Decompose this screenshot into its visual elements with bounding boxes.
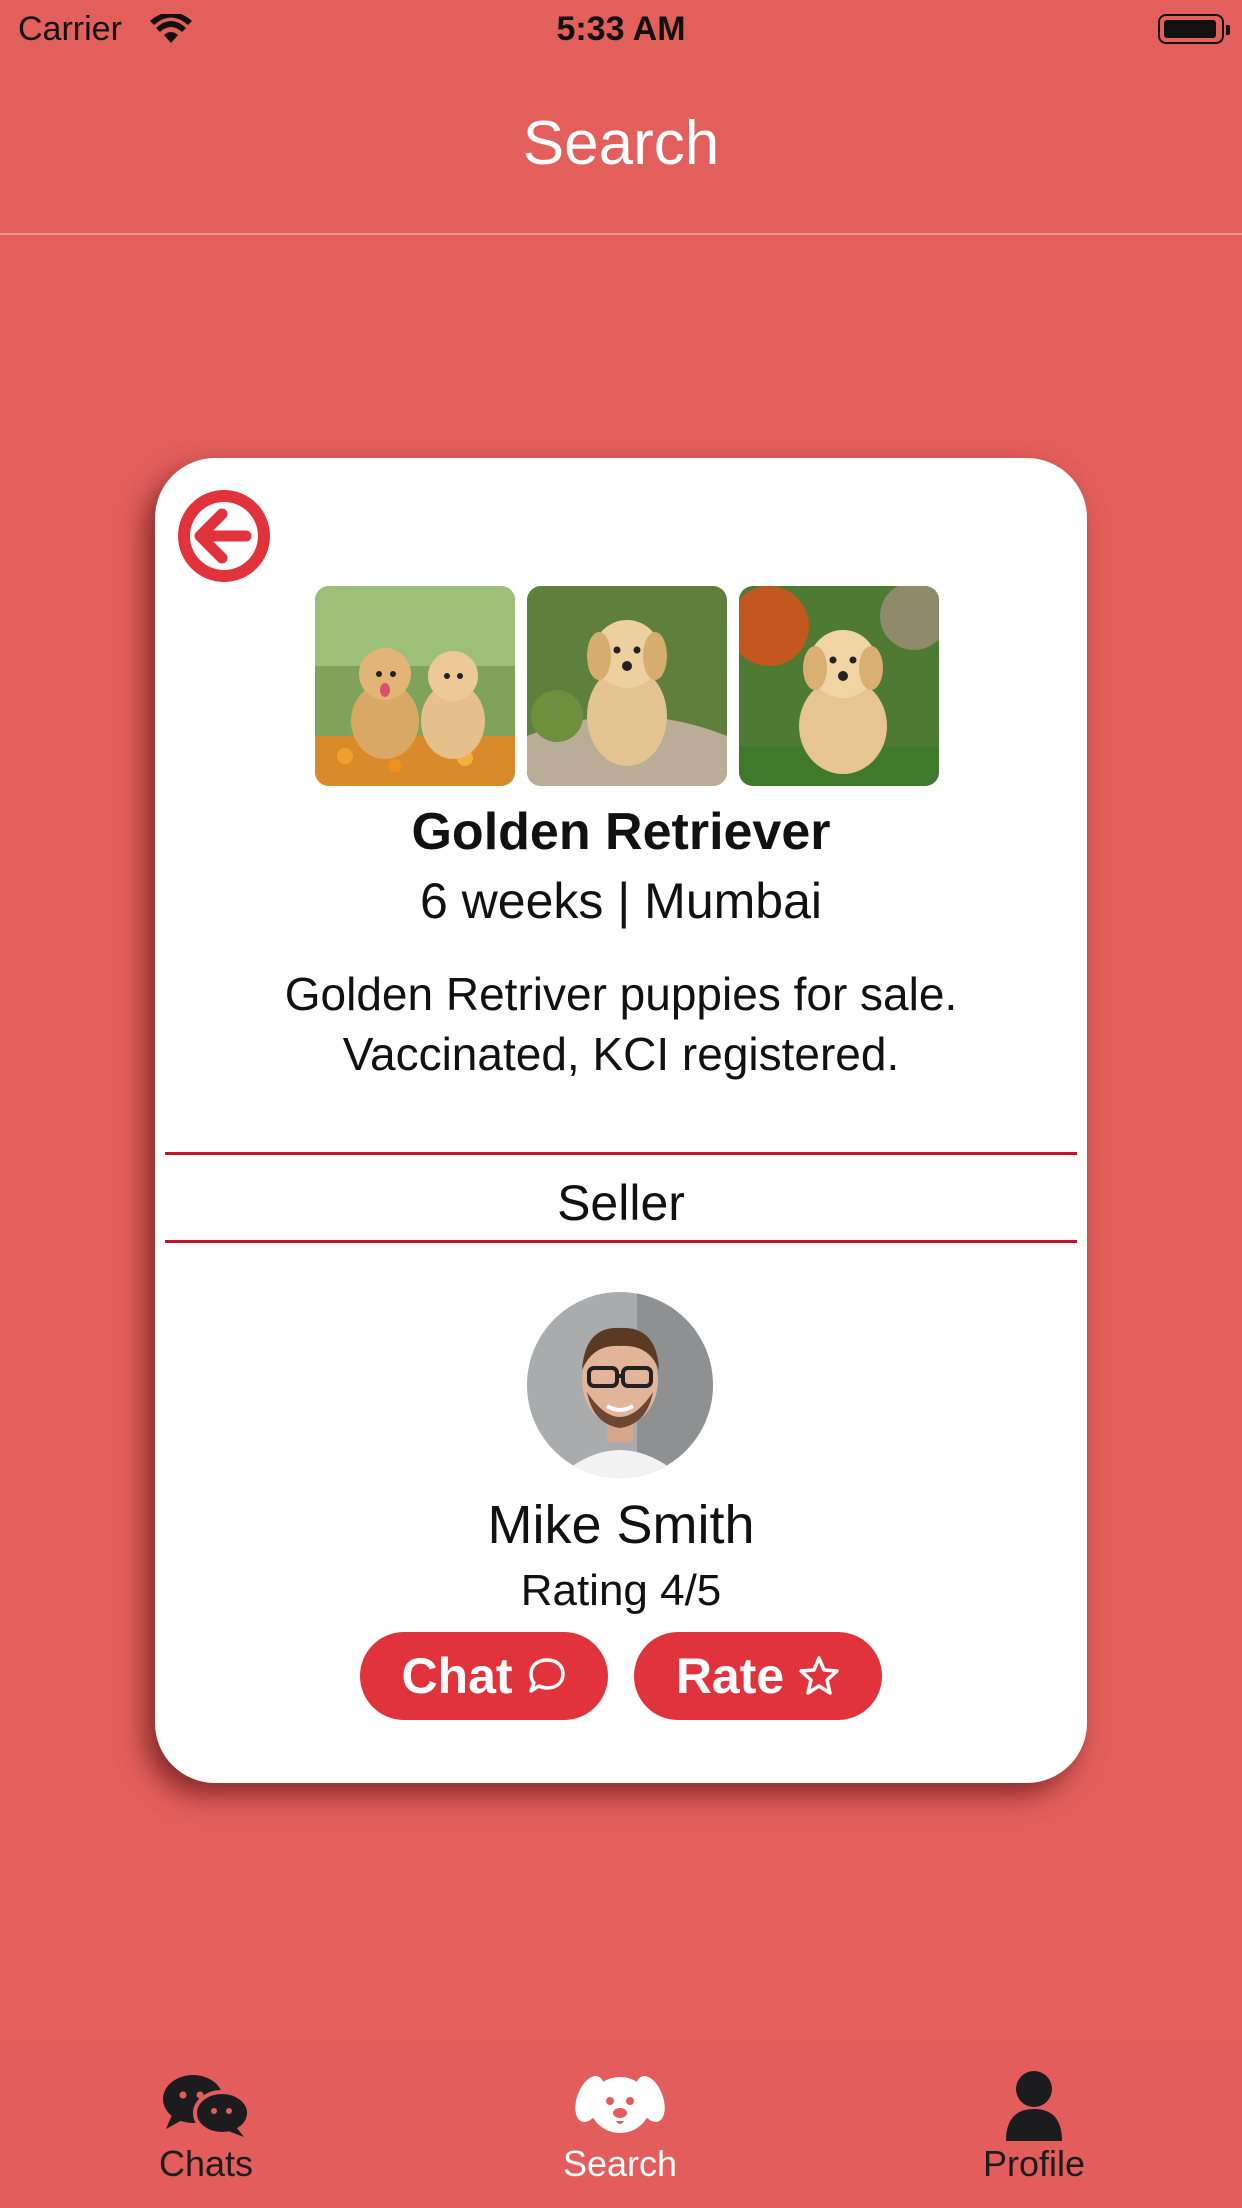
photo-gallery [315,586,939,786]
tab-chats[interactable]: Chats [56,2045,356,2208]
puppy-photo-3[interactable] [739,586,939,786]
status-bar: Carrier 5:33 AM [0,0,1242,60]
listing-description: Golden Retriver puppies for sale. Vaccin… [284,968,958,1080]
dog-face-icon [575,2076,665,2133]
clock: 5:33 AM [556,10,686,48]
back-button[interactable] [178,490,270,582]
person-icon [1006,2071,1062,2141]
speech-bubble-icon [528,1658,565,1693]
age-location: 6 weeks | Mumbai [419,873,823,929]
rate-button-label: Rate [675,1648,785,1704]
divider-bottom [165,1240,1077,1243]
breed-title: Golden Retriever [411,803,831,861]
tab-search-label: Search [562,2143,678,2184]
star-icon [799,1656,839,1695]
tab-chats-label: Chats [158,2143,254,2184]
page-title: Search [522,109,720,178]
battery-icon [1158,14,1230,44]
chat-bubbles-icon [163,2075,251,2137]
rate-button[interactable]: Rate [634,1632,882,1720]
tab-bar: Chats Search Profile [0,2045,1242,2208]
tab-profile[interactable]: Profile [884,2045,1184,2208]
chat-button-label: Chat [401,1648,513,1704]
listing-card: Golden Retriever 6 weeks | Mumbai Golden… [155,458,1087,1783]
navigation-bar: Search [0,60,1242,235]
back-arrow-icon [190,502,258,570]
seller-rating: Rating 4/5 [520,1566,722,1615]
tab-profile-label: Profile [982,2143,1086,2184]
puppy-photo-2[interactable] [527,586,727,786]
puppy-photo-1[interactable] [315,586,515,786]
seller-name: Mike Smith [487,1495,755,1555]
chat-button[interactable]: Chat [360,1632,608,1720]
tab-search[interactable]: Search [470,2045,770,2208]
seller-heading: Seller [557,1175,685,1231]
avatar[interactable] [527,1292,713,1478]
divider-top [165,1152,1077,1155]
